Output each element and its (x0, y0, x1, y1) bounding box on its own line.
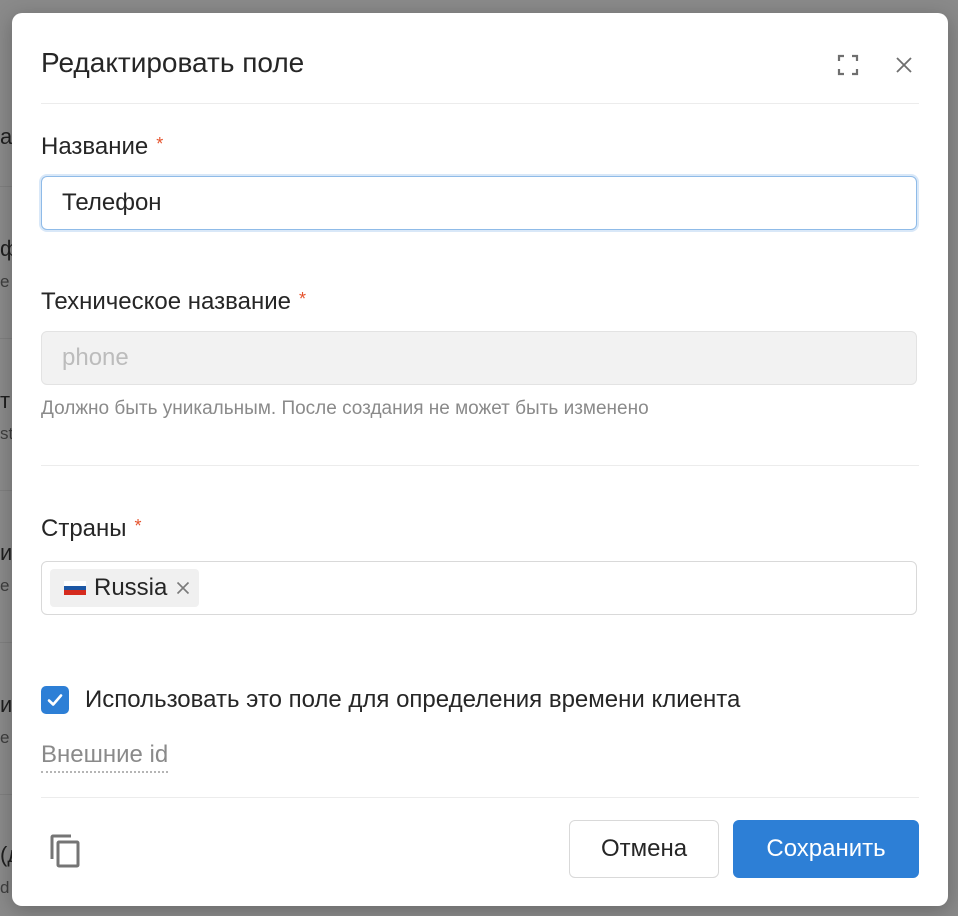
background-text: и (0, 540, 13, 565)
cancel-button[interactable]: Отмена (569, 820, 719, 878)
background-text: d (0, 878, 10, 897)
background-text: е (0, 576, 10, 595)
tech-name-hint: Должно быть уникальным. После создания н… (41, 398, 649, 419)
close-icon (177, 581, 190, 595)
required-mark: * (298, 289, 306, 309)
tech-name-label: Техническое название * (41, 288, 306, 316)
name-label-text: Название (41, 133, 149, 160)
name-label: Название * (41, 133, 163, 161)
modal-title: Редактировать поле (41, 47, 305, 78)
required-mark: * (156, 134, 164, 154)
required-mark: * (134, 516, 142, 536)
russia-flag-icon (64, 581, 86, 596)
copy-button[interactable] (47, 832, 83, 870)
country-tag-label: Russia (94, 574, 168, 601)
background-text: е (0, 728, 10, 747)
timezone-checkbox-row: Использовать это поле для определения вр… (41, 686, 740, 714)
section-divider (41, 465, 919, 466)
background-text: е (0, 272, 10, 291)
name-input[interactable] (41, 176, 917, 230)
close-button[interactable] (892, 53, 916, 77)
expand-icon (837, 54, 859, 76)
tech-name-label-text: Техническое название (41, 288, 291, 315)
copy-icon (50, 834, 80, 868)
modal-header: Редактировать поле (41, 43, 919, 104)
edit-field-modal: Редактировать поле Название * Техническое… (12, 13, 948, 906)
countries-select[interactable]: Russia (41, 561, 917, 615)
remove-tag-button[interactable] (175, 580, 191, 596)
save-button[interactable]: Сохранить (733, 820, 919, 878)
expand-button[interactable] (836, 53, 860, 77)
timezone-checkbox-label[interactable]: Использовать это поле для определения вр… (85, 686, 740, 714)
countries-label: Страны * (41, 515, 142, 543)
close-icon (896, 57, 912, 73)
timezone-checkbox[interactable] (41, 686, 69, 714)
external-ids-link[interactable]: Внешние id (41, 741, 169, 773)
footer-divider (41, 797, 919, 798)
background-text: а (0, 124, 13, 149)
tech-name-input[interactable] (41, 331, 917, 385)
countries-label-text: Страны (41, 515, 127, 542)
background-text: т (0, 388, 11, 413)
background-text: и (0, 692, 13, 717)
checkmark-icon (47, 694, 63, 706)
country-tag: Russia (50, 569, 200, 607)
